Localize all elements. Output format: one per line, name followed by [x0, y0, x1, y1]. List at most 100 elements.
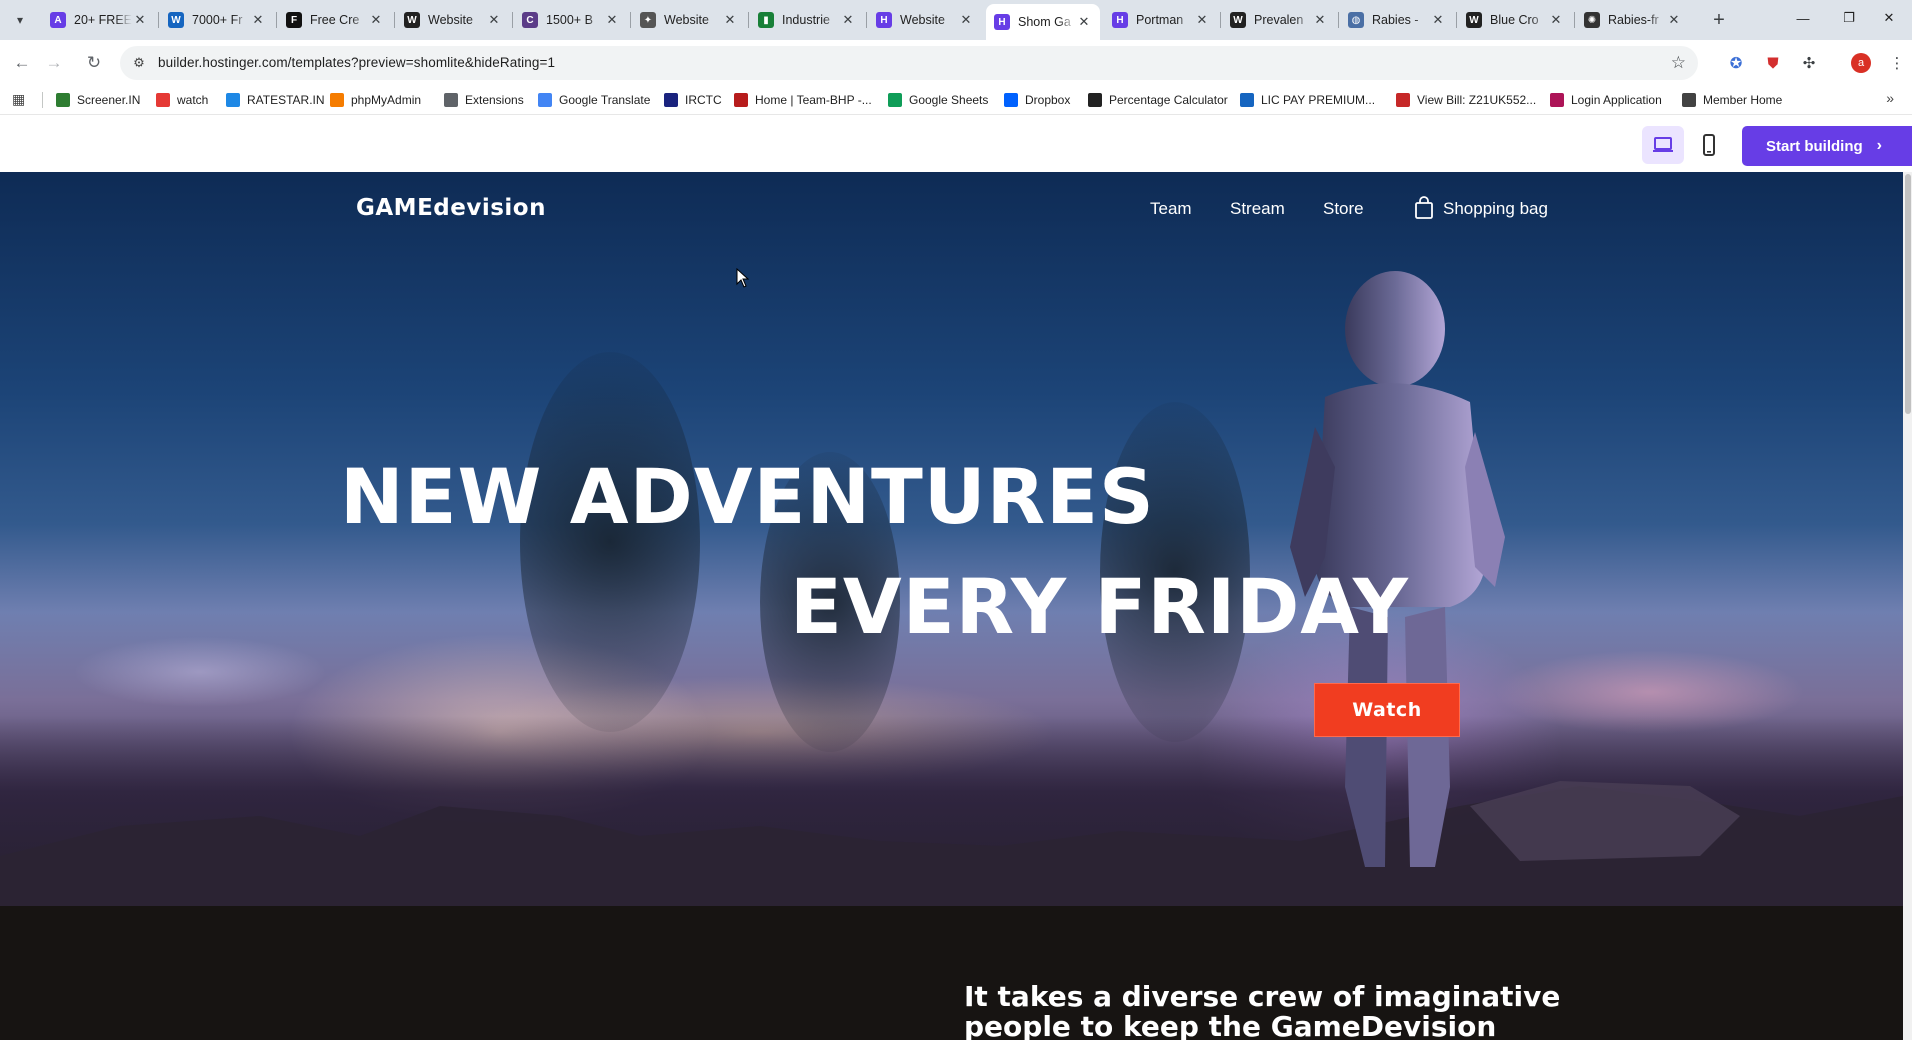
bookmark-label: Member Home	[1703, 93, 1783, 107]
shield-extension-icon[interactable]: ⛊	[1762, 52, 1784, 74]
hostinger-icon: H	[994, 14, 1010, 30]
tab-5[interactable]: C 1500+ B ✕	[514, 6, 628, 34]
tab-close-icon[interactable]: ✕	[1076, 14, 1092, 30]
tab-title: Website	[900, 13, 945, 27]
apps-grid-icon[interactable]: ▦	[12, 91, 30, 109]
bookmark-favicon-icon	[734, 93, 748, 107]
tab-close-icon[interactable]: ✕	[840, 12, 856, 28]
bookmark-item[interactable]: LIC PAY PREMIUM...	[1240, 90, 1375, 110]
tab-title: Blue Cro	[1490, 13, 1539, 27]
tab-search-chevron-icon[interactable]: ▾	[8, 8, 32, 32]
bookmark-favicon-icon	[1550, 93, 1564, 107]
bookmark-item[interactable]: Member Home	[1682, 90, 1782, 110]
bookmark-item[interactable]: Login Application	[1550, 90, 1662, 110]
watch-button[interactable]: Watch	[1314, 683, 1460, 737]
tab-2[interactable]: W 7000+ Fr ✕	[160, 6, 274, 34]
minimize-icon[interactable]: —	[1780, 0, 1826, 36]
more-bookmarks-icon[interactable]: »	[1886, 90, 1894, 106]
tab-close-icon[interactable]: ✕	[132, 12, 148, 28]
tab-title: 7000+ Fr	[192, 13, 243, 27]
bookmark-item[interactable]: Screener.IN	[56, 90, 140, 110]
tab-close-icon[interactable]: ✕	[1666, 12, 1682, 28]
nav-team[interactable]: Team	[1150, 199, 1192, 219]
tab-11[interactable]: W Prevalen ✕	[1222, 6, 1336, 34]
close-window-icon[interactable]: ✕	[1866, 0, 1912, 36]
tab-close-icon[interactable]: ✕	[958, 12, 974, 28]
address-bar[interactable]: ⚙ builder.hostinger.com/templates?previe…	[120, 46, 1698, 80]
bookmark-item[interactable]: Dropbox	[1004, 90, 1070, 110]
tab-close-icon[interactable]: ✕	[1312, 12, 1328, 28]
hostinger-icon: H	[1112, 12, 1128, 28]
extension-puzzle-blue-icon[interactable]: ✪	[1725, 52, 1747, 74]
wikipedia-icon: W	[1230, 12, 1246, 28]
nav-shopping-bag[interactable]: Shopping bag	[1443, 199, 1548, 219]
profile-avatar[interactable]: a	[1851, 53, 1871, 73]
bookmark-item[interactable]: phpMyAdmin	[330, 90, 421, 110]
mobile-view-button[interactable]	[1688, 126, 1730, 164]
nav-stream[interactable]: Stream	[1230, 199, 1285, 219]
tab-close-icon[interactable]: ✕	[722, 12, 738, 28]
tab-close-icon[interactable]: ✕	[486, 12, 502, 28]
tab-12[interactable]: ◍ Rabies - ✕	[1340, 6, 1454, 34]
bookmark-star-icon[interactable]: ☆	[1671, 53, 1686, 73]
bookmark-label: RATESTAR.IN	[247, 93, 325, 107]
bookmark-item[interactable]: Google Translate	[538, 90, 650, 110]
bookmark-item[interactable]: RATESTAR.IN	[226, 90, 325, 110]
site-logo[interactable]: GAMEdevision	[356, 195, 546, 221]
bookmark-item[interactable]: Extensions	[444, 90, 524, 110]
bookmark-item[interactable]: Home | Team-BHP -...	[734, 90, 872, 110]
reload-icon[interactable]: ↻	[80, 49, 108, 77]
browser-window: ▾ A 20+ FREE ✕ W 7000+ Fr ✕ F Free Cre ✕ W Website…	[0, 0, 1912, 1040]
back-arrow-icon[interactable]: ←	[8, 49, 36, 77]
bookmark-label: Extensions	[465, 93, 524, 107]
start-building-button[interactable]: Start building ›	[1742, 126, 1912, 166]
extensions-icon[interactable]: ✣	[1798, 52, 1820, 74]
tab-close-icon[interactable]: ✕	[368, 12, 384, 28]
bookmark-label: Google Translate	[559, 93, 651, 107]
bookmark-item[interactable]: IRCTC	[664, 90, 722, 110]
nav-store[interactable]: Store	[1323, 199, 1364, 219]
bookmark-item[interactable]: Percentage Calculator	[1088, 90, 1228, 110]
tab-close-icon[interactable]: ✕	[1194, 12, 1210, 28]
tab-3[interactable]: F Free Cre ✕	[278, 6, 392, 34]
bookmark-label: Google Sheets	[909, 93, 989, 107]
tab-close-icon[interactable]: ✕	[250, 12, 266, 28]
crew-section: It takes a diverse crew of imaginative p…	[0, 906, 1903, 1040]
site-settings-icon[interactable]: ⚙	[130, 54, 148, 72]
bookmark-item[interactable]: watch	[156, 90, 208, 110]
tab-6[interactable]: ✦ Website ✕	[632, 6, 746, 34]
tab-close-icon[interactable]: ✕	[1430, 12, 1446, 28]
tab-4[interactable]: W Website ✕	[396, 6, 510, 34]
tree-silhouette	[520, 352, 700, 732]
bookmark-item[interactable]: Google Sheets	[888, 90, 988, 110]
new-tab-plus-icon[interactable]: +	[1706, 8, 1732, 32]
bookmark-label: LIC PAY PREMIUM...	[1261, 93, 1376, 107]
bookmark-item[interactable]: View Bill: Z21UK552...	[1396, 90, 1536, 110]
bookmark-favicon-icon	[330, 93, 344, 107]
tab-8[interactable]: H Website ✕	[868, 6, 982, 34]
tab-10[interactable]: H Portman ✕	[1104, 6, 1218, 34]
forward-arrow-icon[interactable]: →	[40, 49, 68, 77]
shopping-bag-icon[interactable]	[1414, 196, 1434, 220]
tab-9[interactable]: H Shom Ga ✕	[986, 4, 1100, 40]
chevron-right-icon: ›	[1876, 137, 1882, 154]
bookmarks-divider	[42, 92, 43, 108]
menu-kebab-icon[interactable]: ⋮	[1886, 52, 1908, 74]
scrollbar-thumb[interactable]	[1905, 174, 1911, 414]
tab-1[interactable]: A 20+ FREE ✕	[42, 6, 156, 34]
bookmark-favicon-icon	[664, 93, 678, 107]
desktop-view-button[interactable]	[1642, 126, 1684, 164]
mouse-cursor-icon	[736, 268, 750, 288]
tab-separator	[1338, 12, 1339, 28]
wix-icon: W	[404, 12, 420, 28]
tab-close-icon[interactable]: ✕	[1548, 12, 1564, 28]
url-text[interactable]: builder.hostinger.com/templates?preview=…	[158, 55, 555, 70]
tab-separator	[1220, 12, 1221, 28]
tab-close-icon[interactable]: ✕	[604, 12, 620, 28]
tab-13[interactable]: W Blue Cro ✕	[1458, 6, 1572, 34]
bookmark-label: Percentage Calculator	[1109, 93, 1228, 107]
tab-14[interactable]: ✺ Rabies-fr ✕	[1576, 6, 1690, 34]
tab-7[interactable]: ▮ Industrie ✕	[750, 6, 864, 34]
tab-strip: ▾ A 20+ FREE ✕ W 7000+ Fr ✕ F Free Cre ✕ W Website…	[0, 0, 1912, 40]
bookmarks-bar: ▦ Screener.IN watch RATESTAR.IN phpMyAdmin E…	[0, 86, 1912, 114]
